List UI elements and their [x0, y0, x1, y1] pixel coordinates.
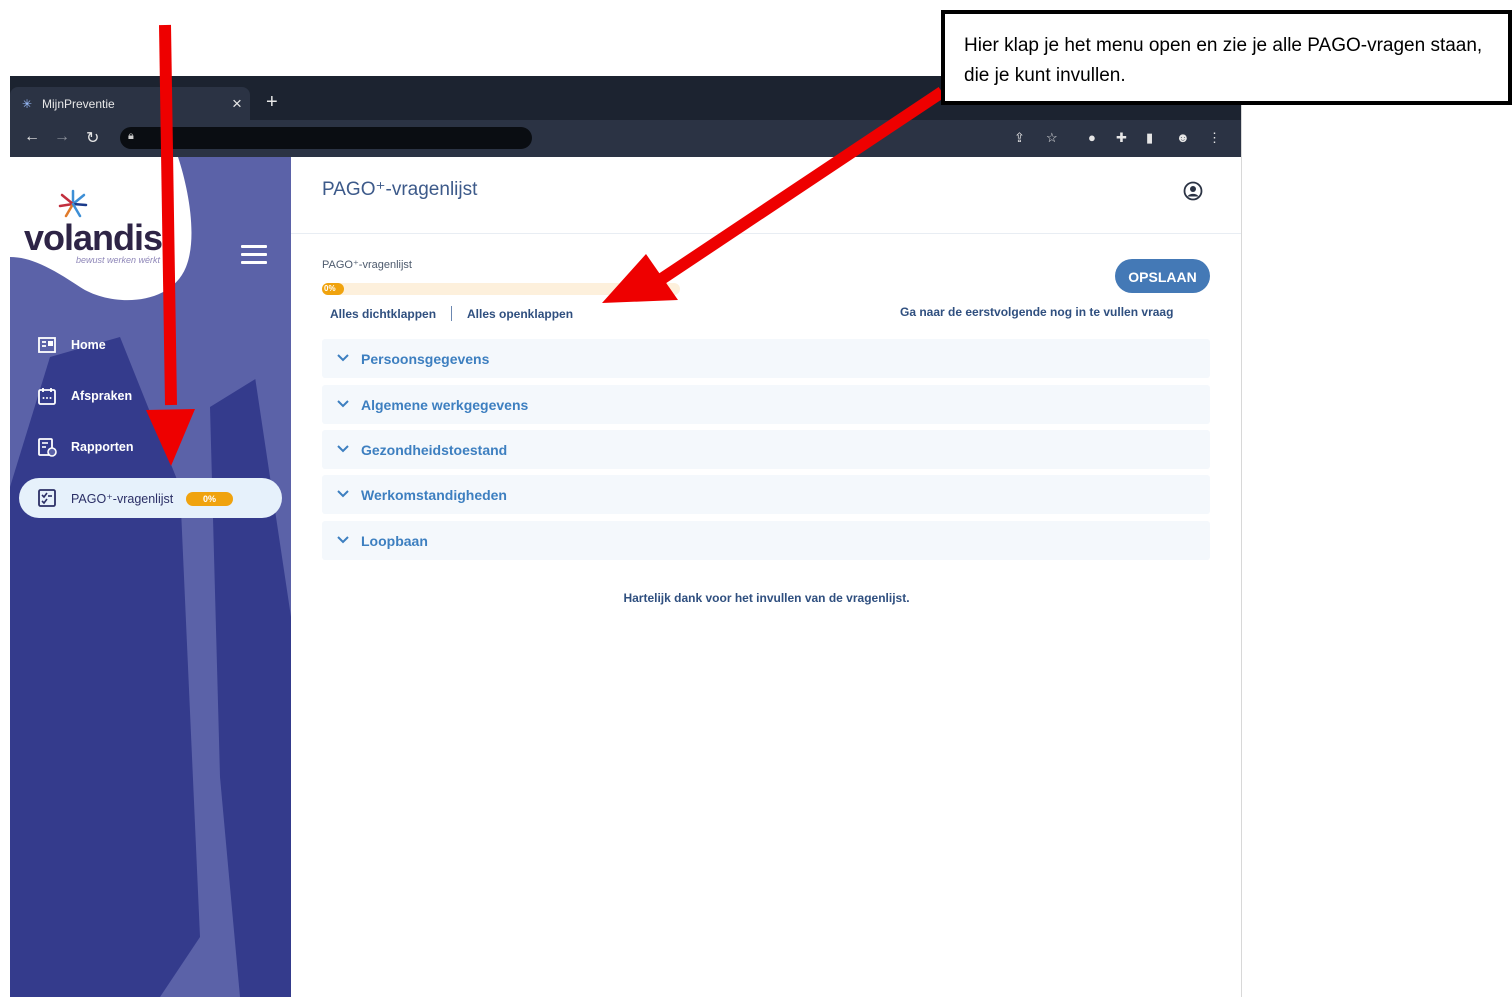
annotation-callout: Hier klap je het menu open en zie je all… — [941, 10, 1512, 105]
red-arrow-down — [159, 24, 177, 406]
annotation-arrows — [146, 24, 946, 466]
callout-text: Hier klap je het menu open en zie je all… — [964, 35, 1483, 86]
red-arrow-diagonal — [656, 87, 946, 285]
red-arrow-down-head — [146, 409, 195, 466]
